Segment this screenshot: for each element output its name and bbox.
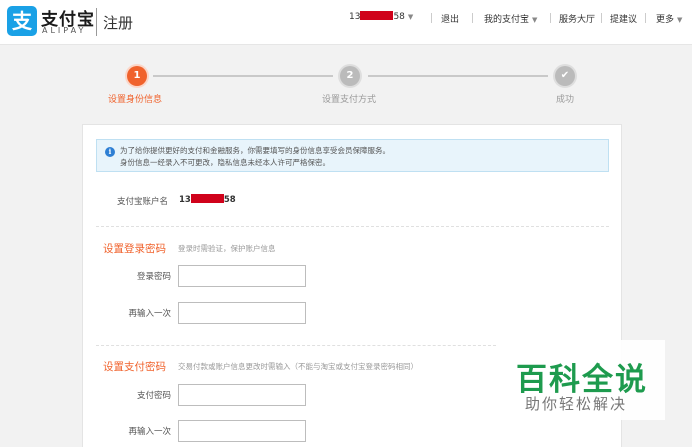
notice-line-1: 为了给你提供更好的支付和金融服务，你需要填写的身份信息享受会员保障服务。 <box>120 146 390 155</box>
redaction-bar <box>360 11 394 20</box>
pay-password-input[interactable] <box>178 384 306 406</box>
step-2-circle: 2 <box>340 66 360 86</box>
more-label: 更多 <box>656 15 675 25</box>
nav-divider <box>472 13 473 23</box>
redaction-bar <box>190 194 224 203</box>
nav-divider <box>431 13 432 23</box>
feedback-link[interactable]: 提建议 <box>610 12 637 25</box>
step-1-label: 设置身份信息 <box>108 95 163 105</box>
nav-divider <box>645 13 646 23</box>
pay-password-title: 设置支付密码 <box>103 361 166 373</box>
check-icon: ✔ <box>555 66 575 86</box>
section-divider <box>96 226 609 227</box>
account-value-prefix: 13 <box>179 195 191 205</box>
watermark-logo: 百科全说 助你轻松解决 <box>497 340 665 420</box>
account-label: 支付宝账户名 <box>116 197 168 207</box>
nav-divider <box>601 13 602 23</box>
logout-link[interactable]: 退出 <box>441 12 459 25</box>
pay-password-label: 支付密码 <box>136 391 171 401</box>
login-password-hint: 登录时需验证，保护账户信息 <box>178 244 276 253</box>
step-connector <box>368 75 548 77</box>
my-alipay-menu[interactable]: 我的支付宝 ▼ <box>484 12 537 25</box>
step-1-circle: 1 <box>127 66 147 86</box>
watermark-subtitle: 助你轻松解决 <box>525 395 628 413</box>
pay-password-confirm-input[interactable] <box>178 420 306 442</box>
login-password-input[interactable] <box>178 265 306 287</box>
header-divider <box>96 8 97 36</box>
page-title: 注册 <box>103 14 134 32</box>
login-password-confirm-input[interactable] <box>178 302 306 324</box>
pay-password-hint: 交易付款或账户信息更改时需输入（不能与淘宝或支付宝登录密码相同） <box>178 362 418 371</box>
nav-divider <box>550 13 551 23</box>
brand-name-en: ALIPAY <box>42 26 87 35</box>
service-hall-link[interactable]: 服务大厅 <box>559 12 595 25</box>
pay-password-confirm-label: 再输入一次 <box>128 427 171 437</box>
top-header: 支 支付宝 ALIPAY 注册 13 58 ▼ 退出 我的支付宝 ▼ 服务大厅 提建议… <box>0 0 692 45</box>
step-3-label: 成功 <box>556 95 575 105</box>
login-password-label: 登录密码 <box>136 272 171 282</box>
my-alipay-label: 我的支付宝 <box>484 15 530 25</box>
alipay-logo-icon[interactable]: 支 <box>7 6 37 36</box>
notice-line-2: 身份信息一经录入不可更改，隐私信息未经本人许可严格保密。 <box>120 158 330 167</box>
account-suffix: 58 <box>393 12 405 22</box>
more-menu[interactable]: 更多 ▼ <box>656 12 682 25</box>
account-prefix: 13 <box>349 12 361 22</box>
account-value: 13 58 <box>179 194 236 205</box>
info-notice: i 为了给你提供更好的支付和金融服务，你需要填写的身份信息享受会员保障服务。 身… <box>96 139 609 172</box>
caret-down-icon: ▼ <box>677 16 683 24</box>
step-2-label: 设置支付方式 <box>322 95 377 105</box>
section-divider <box>96 345 496 346</box>
login-password-confirm-label: 再输入一次 <box>128 309 171 319</box>
account-value-suffix: 58 <box>223 195 236 205</box>
step-connector <box>153 75 333 77</box>
account-menu[interactable]: 13 58 ▼ <box>349 11 414 22</box>
caret-down-icon: ▼ <box>532 16 538 24</box>
login-password-title: 设置登录密码 <box>103 243 166 255</box>
caret-down-icon: ▼ <box>407 13 414 21</box>
info-icon: i <box>105 147 115 157</box>
